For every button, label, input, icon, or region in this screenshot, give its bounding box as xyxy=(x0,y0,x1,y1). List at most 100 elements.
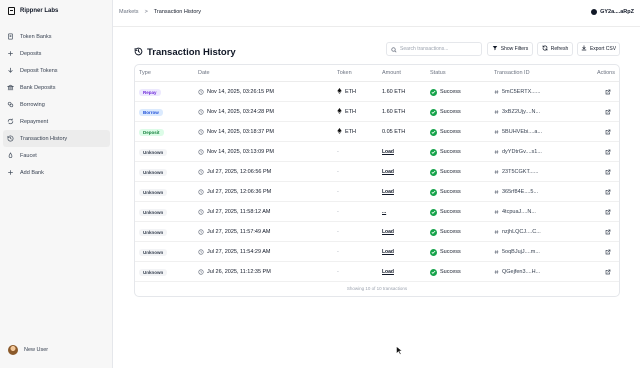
external-link-icon[interactable] xyxy=(605,249,611,255)
date-cell: Jul 27, 2025, 12:06:36 PM xyxy=(198,182,271,202)
clock-icon xyxy=(198,249,204,255)
sidebar-nav: Token Banks Deposits Deposit Tokens Bank De… xyxy=(3,28,110,181)
external-link-icon[interactable] xyxy=(605,109,611,115)
date-cell: Nov 14, 2025, 03:24:28 PM xyxy=(198,102,274,122)
load-amount-link[interactable]: ... xyxy=(382,209,386,215)
txid-cell: 5oqBJujJ....m... xyxy=(494,242,540,262)
type-badge: Deposit xyxy=(139,128,164,136)
transaction-id[interactable]: 3xBZ2Ujy....N... xyxy=(502,109,540,115)
column-header-actions: Actions xyxy=(596,70,615,76)
refresh-button[interactable]: Refresh xyxy=(537,42,573,56)
load-amount-link[interactable]: Load xyxy=(382,229,394,235)
refresh-label: Refresh xyxy=(550,46,569,52)
table-row: Unknown Jul 27, 2025, 11:57:49 AM - Load Suc… xyxy=(135,222,619,242)
date-value: Jul 26, 2025, 11:12:35 PM xyxy=(207,269,271,275)
type-cell: Unknown xyxy=(139,222,168,242)
status-value: Success xyxy=(440,209,461,215)
search-input[interactable] xyxy=(400,46,480,52)
search-box[interactable] xyxy=(386,42,482,56)
load-amount-link[interactable]: Load xyxy=(382,169,394,175)
token-cell: - xyxy=(337,162,339,182)
hash-icon xyxy=(494,269,499,275)
txid-cell: nzjhLQCJ....C... xyxy=(494,222,541,242)
date-cell: Nov 14, 2025, 03:13:09 PM xyxy=(198,142,274,162)
txid-cell: 3xBZ2Ujy....N... xyxy=(494,102,540,122)
hash-icon xyxy=(494,189,499,195)
token-empty: - xyxy=(337,189,339,195)
export-csv-button[interactable]: Export CSV xyxy=(577,42,620,56)
user-menu[interactable]: New User xyxy=(8,345,48,355)
brand[interactable]: Rippner Labs xyxy=(8,7,58,15)
actions-cell xyxy=(605,102,611,122)
amount-cell: 1.60 ETH xyxy=(382,102,405,122)
token-empty: - xyxy=(337,269,339,275)
status-cell: Success xyxy=(430,222,461,242)
type-badge: Borrow xyxy=(139,108,163,116)
transaction-id[interactable]: QGejfen3....H... xyxy=(502,269,540,275)
wallet-button[interactable]: GY2a....aRpZ xyxy=(591,9,634,15)
sidebar-item-label: Repayment xyxy=(20,118,49,125)
sidebar-item-repayment[interactable]: Repayment xyxy=(3,113,110,130)
sidebar-item-add-bank[interactable]: Add Bank xyxy=(3,164,110,181)
transaction-id[interactable]: 5mC5ERTX...... xyxy=(502,89,540,95)
sidebar-item-transaction-history[interactable]: Transaction History xyxy=(3,130,110,147)
transaction-id[interactable]: 23T5CGKT...... xyxy=(502,169,538,175)
table-row: Unknown Nov 14, 2025, 03:13:09 PM - Load Suc… xyxy=(135,142,619,162)
transaction-id[interactable]: 365rf84E....5... xyxy=(502,189,538,195)
sidebar-item-deposits[interactable]: Deposits xyxy=(3,45,110,62)
show-filters-label: Show Filters xyxy=(500,46,529,52)
load-amount-link[interactable]: Load xyxy=(382,269,394,275)
table-row: Unknown Jul 27, 2025, 11:54:29 AM - Load Suc… xyxy=(135,242,619,262)
external-link-icon[interactable] xyxy=(605,189,611,195)
token-symbol: ETH xyxy=(345,109,356,115)
date-cell: Jul 27, 2025, 12:06:56 PM xyxy=(198,162,271,182)
success-check-icon xyxy=(430,128,437,136)
sidebar-item-faucet[interactable]: Faucet xyxy=(3,147,110,164)
sidebar-item-label: Faucet xyxy=(20,152,37,159)
status-cell: Success xyxy=(430,182,461,202)
history-icon xyxy=(7,135,14,142)
transaction-id[interactable]: dyYDtrGv....s1... xyxy=(502,149,542,155)
external-link-icon[interactable] xyxy=(605,269,611,275)
load-amount-link[interactable]: Load xyxy=(382,249,394,255)
external-link-icon[interactable] xyxy=(605,169,611,175)
transaction-id[interactable]: 5BUHVEbi....a... xyxy=(502,129,542,135)
external-link-icon[interactable] xyxy=(605,149,611,155)
breadcrumb-markets[interactable]: Markets xyxy=(119,9,139,15)
external-link-icon[interactable] xyxy=(605,129,611,135)
type-cell: Unknown xyxy=(139,262,168,282)
external-link-icon[interactable] xyxy=(605,89,611,95)
sidebar-item-bank-deposits[interactable]: Bank Deposits xyxy=(3,79,110,96)
column-header-status: Status xyxy=(430,70,446,76)
plus-icon xyxy=(7,169,14,176)
actions-cell xyxy=(605,242,611,262)
transaction-id[interactable]: nzjhLQCJ....C... xyxy=(502,229,541,235)
external-link-icon[interactable] xyxy=(605,209,611,215)
show-filters-button[interactable]: Show Filters xyxy=(487,42,533,56)
external-link-icon[interactable] xyxy=(605,229,611,235)
txid-cell: 365rf84E....5... xyxy=(494,182,538,202)
type-badge: Unknown xyxy=(139,188,168,196)
status-cell: Success xyxy=(430,202,461,222)
hash-icon xyxy=(494,129,499,135)
token-cell: - xyxy=(337,262,339,282)
sidebar-item-borrowing[interactable]: Borrowing xyxy=(3,96,110,113)
type-badge: Unknown xyxy=(139,228,168,236)
amount-cell: Load xyxy=(382,142,394,162)
load-amount-link[interactable]: Load xyxy=(382,149,394,155)
type-cell: Unknown xyxy=(139,242,168,262)
sidebar-item-label: Token Banks xyxy=(20,33,52,40)
date-cell: Jul 27, 2025, 11:57:49 AM xyxy=(198,222,271,242)
coins-icon xyxy=(7,101,14,108)
clock-icon xyxy=(198,169,204,175)
transaction-id[interactable]: 5oqBJujJ....m... xyxy=(502,249,540,255)
type-cell: Deposit xyxy=(139,122,164,142)
hash-icon xyxy=(494,89,499,95)
breadcrumb: Markets > Transaction History xyxy=(119,9,201,15)
sidebar-item-deposit-tokens[interactable]: Deposit Tokens xyxy=(3,62,110,79)
token-symbol: ETH xyxy=(345,89,356,95)
transaction-id[interactable]: 4tcpuaJ....N... xyxy=(502,209,536,215)
load-amount-link[interactable]: Load xyxy=(382,189,394,195)
actions-cell xyxy=(605,142,611,162)
sidebar-item-token-banks[interactable]: Token Banks xyxy=(3,28,110,45)
